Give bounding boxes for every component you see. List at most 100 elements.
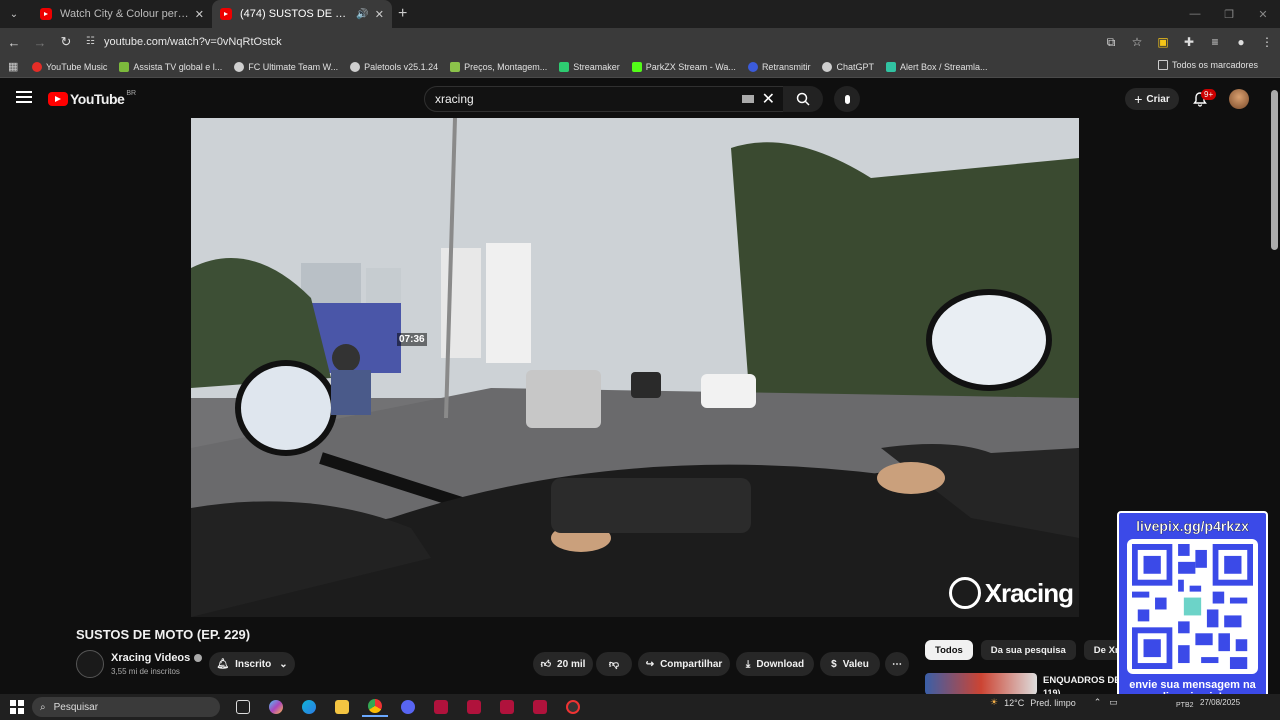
discord-icon[interactable] — [395, 697, 421, 717]
close-tab-icon[interactable]: ✕ — [375, 8, 384, 21]
forward-button[interactable]: → — [28, 30, 52, 54]
dislike-button[interactable]: 👎︎ — [596, 652, 632, 676]
thumbs-down-icon: 👎︎ — [608, 659, 620, 670]
video-title: SUSTOS DE MOTO (EP. 229) — [76, 627, 251, 642]
page-scrollbar[interactable] — [1271, 90, 1278, 250]
thanks-button[interactable]: $ Valeu — [820, 652, 880, 676]
browser-tab-2[interactable]: (474) SUSTOS DE MOTO (EP. 229) 🔊 ✕ — [212, 0, 392, 28]
app-icon[interactable] — [428, 697, 454, 717]
bookmark-item[interactable]: ChatGPT — [822, 61, 874, 72]
chrome-icon[interactable] — [362, 697, 388, 717]
taskbar-search[interactable]: ⌕ Pesquisar — [32, 697, 220, 717]
download-icon: ⤓ — [745, 658, 751, 670]
apps-grid-icon[interactable]: ▦ — [8, 60, 22, 74]
clear-search-icon[interactable]: ✕ — [762, 89, 775, 109]
language-indicator[interactable]: PTB2 — [1176, 702, 1194, 709]
create-button[interactable]: + Criar — [1125, 88, 1179, 110]
network-icon[interactable]: ▭ — [1109, 697, 1118, 708]
voice-search-button[interactable] — [834, 86, 860, 112]
weather-icon: ☀ — [990, 697, 999, 707]
reading-list-icon[interactable]: ≡ — [1202, 30, 1228, 54]
maximize-button[interactable]: ❐ — [1212, 0, 1246, 28]
youtube-logo[interactable]: YouTube BR — [48, 90, 136, 107]
bookmark-item[interactable]: Assista TV global e l... — [119, 61, 222, 72]
browser-tab-1[interactable]: Watch City & Colour perform a ✕ — [32, 0, 212, 28]
youtube-header: YouTube BR xracing ✕ + Criar 9+ — [0, 79, 1280, 119]
bookmark-item[interactable]: Retransmitir — [747, 61, 810, 72]
url-text: youtube.com/watch?v=0vNqRtOstck — [104, 36, 282, 48]
copilot-icon[interactable] — [263, 697, 289, 717]
like-button[interactable]: 👍︎ 20 mil — [533, 652, 593, 676]
back-button[interactable]: ← — [2, 30, 26, 54]
system-clock[interactable]: 27/08/2025 — [1200, 698, 1240, 708]
bookmark-item[interactable]: Alert Box / Streamla... — [885, 61, 988, 72]
close-tab-icon[interactable]: ✕ — [195, 8, 204, 21]
youtube-favicon-icon — [40, 8, 52, 20]
chevron-up-icon[interactable]: ⌃ — [1094, 697, 1102, 708]
tab-search-button[interactable]: ⌄ — [4, 4, 24, 24]
install-app-icon[interactable]: ⧉ — [1098, 30, 1124, 54]
new-tab-button[interactable]: + — [398, 5, 407, 23]
notification-count-badge: 9+ — [1201, 89, 1217, 100]
chip-all[interactable]: Todos — [925, 640, 973, 660]
profile-icon[interactable]: ● — [1228, 30, 1254, 54]
bookmark-item[interactable]: FC Ultimate Team W... — [234, 61, 338, 72]
bookmark-item[interactable]: Streamaker — [559, 61, 620, 72]
bookmark-item[interactable]: YouTube Music — [32, 61, 107, 72]
window-controls: — ❐ ✕ — [1178, 0, 1280, 28]
taskbar-apps — [230, 697, 593, 717]
bell-icon: 🔔︎ — [216, 658, 230, 670]
chip-from-search[interactable]: Da sua pesquisa — [980, 640, 1076, 660]
bookmark-favicon-icon — [350, 61, 361, 72]
channel-avatar[interactable] — [76, 650, 104, 678]
video-frame — [191, 118, 1079, 617]
system-tray-weather[interactable]: ☀ 12°C Pred. limpo ⌃ ▭ — [990, 697, 1118, 708]
file-explorer-icon[interactable] — [329, 697, 355, 717]
extension-icon[interactable]: ▣ — [1150, 30, 1176, 54]
subscribed-button[interactable]: 🔔︎ Inscrito ⌄ — [209, 652, 295, 676]
thumbs-up-icon: 👍︎ — [540, 659, 552, 670]
share-button[interactable]: ↪ Compartilhar — [638, 652, 730, 676]
bookmark-star-icon[interactable]: ☆ — [1124, 30, 1150, 54]
search-button[interactable] — [783, 86, 823, 112]
app-icon[interactable] — [461, 697, 487, 717]
channel-name[interactable]: Xracing Videos — [111, 652, 203, 664]
reload-button[interactable]: ↻ — [54, 30, 78, 54]
bookmark-favicon-icon — [885, 61, 896, 72]
bookmark-favicon-icon — [559, 61, 570, 72]
address-actions: ⧉ ☆ ▣ ✚ ≡ ● ⋮ — [1098, 30, 1280, 54]
hamburger-menu-icon[interactable] — [16, 91, 32, 105]
recommended-video-thumbnail[interactable] — [925, 673, 1037, 695]
bookmark-favicon-icon — [234, 61, 245, 72]
app-icon[interactable] — [494, 697, 520, 717]
site-info-icon[interactable]: ☷ — [86, 36, 98, 48]
app-icon[interactable] — [560, 697, 586, 717]
download-button[interactable]: ⤓ Download — [736, 652, 814, 676]
app-icon[interactable] — [527, 697, 553, 717]
bookmark-favicon-icon — [631, 61, 642, 72]
share-icon: ↪ — [645, 658, 655, 670]
speaker-icon[interactable]: 🔊 — [356, 9, 368, 20]
edge-icon[interactable] — [296, 697, 322, 717]
channel-watermark: Xracing — [948, 577, 1074, 609]
bookmark-item[interactable]: ParkZX Stream - Wa... — [631, 61, 736, 72]
menu-kebab-icon[interactable]: ⋮ — [1254, 30, 1280, 54]
video-player[interactable]: 07:36 Xracing — [191, 118, 1079, 617]
keyboard-icon[interactable] — [741, 95, 754, 103]
extensions-puzzle-icon[interactable]: ✚ — [1176, 30, 1202, 54]
recommended-video-title[interactable]: ENQUADROS DE M — [1043, 675, 1123, 686]
windows-start-icon[interactable] — [10, 700, 24, 714]
bookmark-item[interactable]: Preços, Montagem... — [450, 61, 547, 72]
user-avatar[interactable] — [1229, 89, 1249, 109]
minimize-button[interactable]: — — [1178, 0, 1212, 28]
all-bookmarks-folder[interactable]: Todos os marcadores — [1157, 60, 1258, 70]
bookmarks-bar: ▦ YouTube Music Assista TV global e l...… — [0, 56, 1280, 78]
task-view-icon[interactable] — [230, 697, 256, 717]
omnibox[interactable]: ☷ youtube.com/watch?v=0vNqRtOstck — [80, 30, 1140, 54]
more-actions-button[interactable]: ⋯ — [885, 652, 909, 676]
verified-check-icon — [194, 654, 203, 662]
close-window-button[interactable]: ✕ — [1246, 0, 1280, 28]
bookmark-item[interactable]: Paletools v25.1.24 — [350, 61, 438, 72]
search-input[interactable]: xracing ✕ — [424, 86, 784, 112]
bookmark-favicon-icon — [822, 61, 833, 72]
